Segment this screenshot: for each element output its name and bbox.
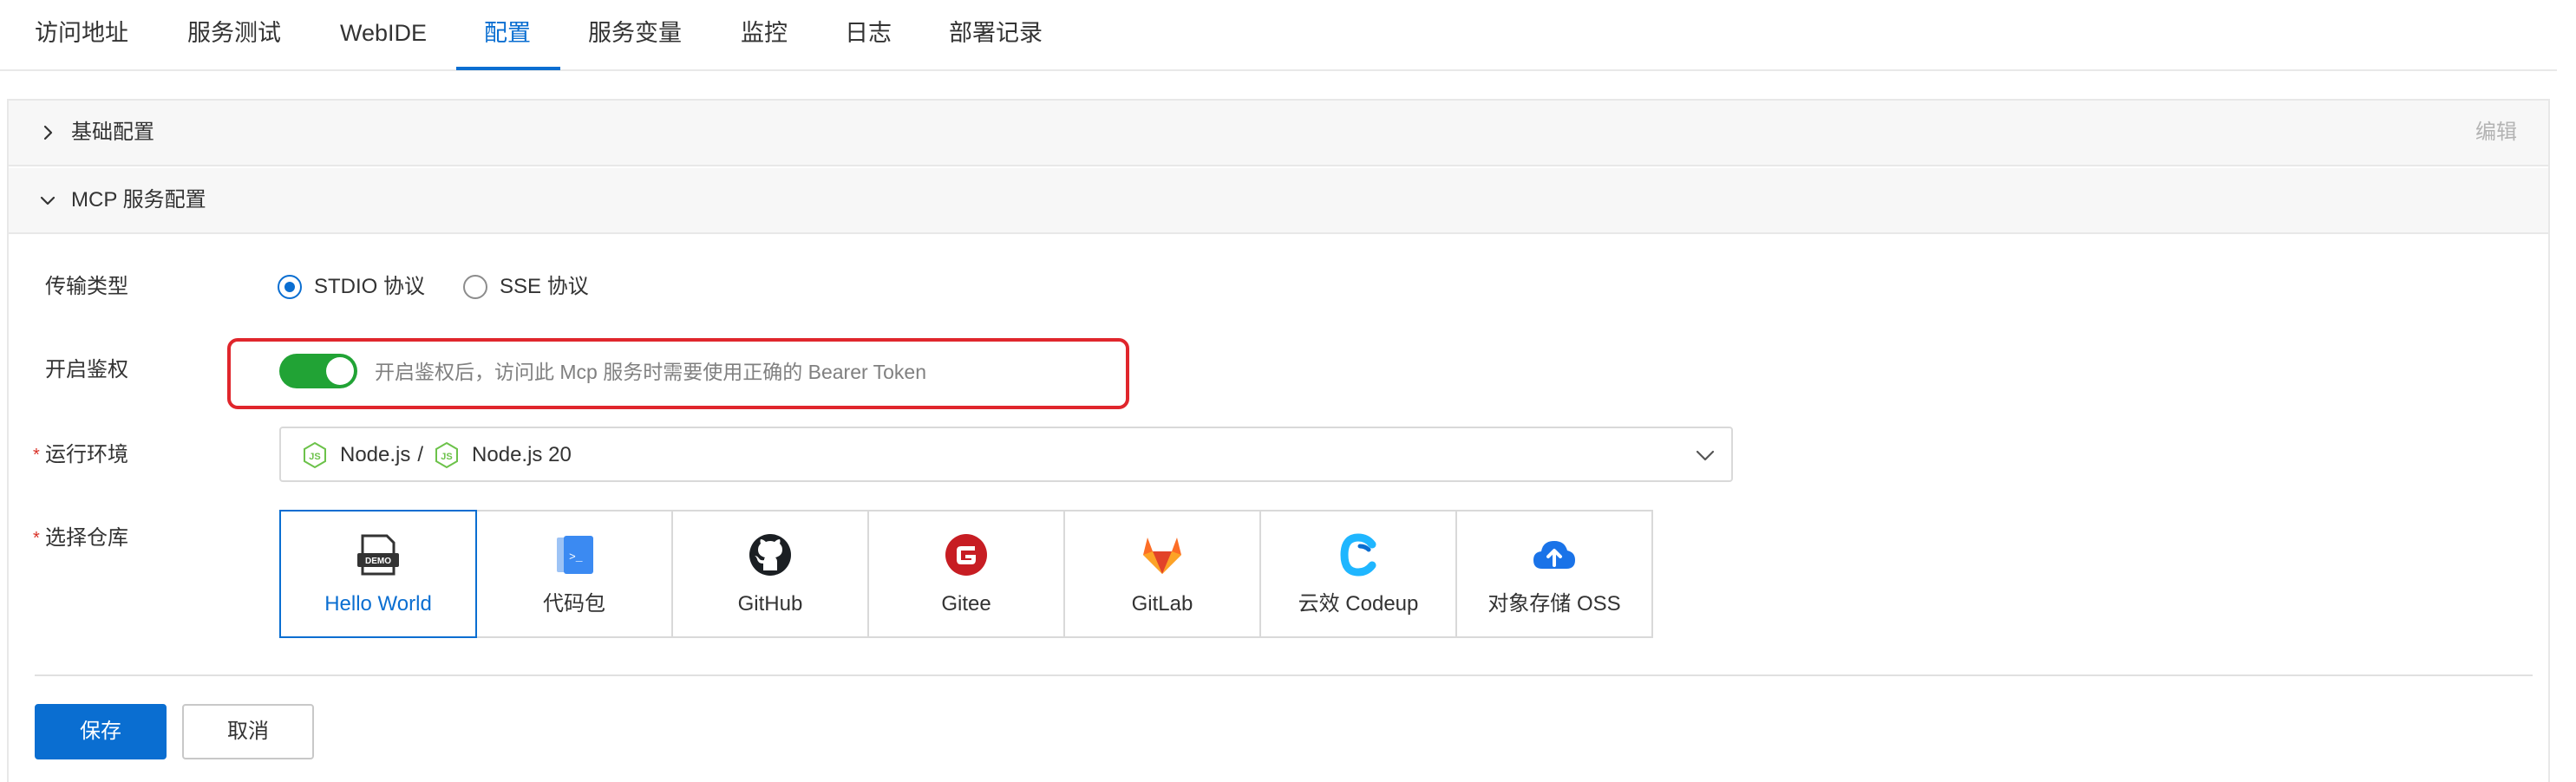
radio-stdio-label: STDIO 协议 <box>314 275 426 298</box>
basic-config-header[interactable]: 基础配置 编辑 <box>9 101 2548 166</box>
demo-icon: DEMO <box>357 534 399 576</box>
repo-option-oss[interactable]: 对象存储 OSS <box>1455 510 1653 638</box>
save-button[interactable]: 保存 <box>35 704 167 759</box>
radio-sse[interactable]: SSE 协议 <box>463 272 589 302</box>
tab-access-url[interactable]: 访问地址 <box>35 16 128 55</box>
svg-text:>_: >_ <box>569 551 583 564</box>
form-divider <box>35 674 2533 676</box>
tab-service-variables[interactable]: 服务变量 <box>588 16 682 55</box>
required-mark: * <box>33 446 40 465</box>
transport-type-label: 传输类型 <box>45 275 128 298</box>
basic-config-title: 基础配置 <box>71 121 154 144</box>
tab-config[interactable]: 配置 <box>484 16 531 55</box>
oss-icon <box>1533 541 1575 569</box>
cancel-button[interactable]: 取消 <box>182 704 314 759</box>
codeup-icon <box>1340 533 1376 577</box>
repo-option-label: 云效 Codeup <box>1298 592 1419 616</box>
svg-text:JS: JS <box>309 452 320 462</box>
auth-toggle[interactable] <box>279 354 357 388</box>
radio-stdio[interactable]: STDIO 协议 <box>278 272 425 302</box>
runtime-select[interactable]: JS Node.js / JS Node.js 20 <box>279 427 1733 482</box>
repo-option-label: Hello World <box>324 592 432 616</box>
runtime-name: Node.js <box>340 443 411 466</box>
repo-label: * 选择仓库 <box>33 524 128 553</box>
runtime-label-text: 运行环境 <box>45 443 128 466</box>
repo-option-github[interactable]: GitHub <box>671 510 869 638</box>
repo-option-label: Gitee <box>941 592 991 616</box>
runtime-version: Node.js 20 <box>472 443 572 466</box>
repo-option-gitee[interactable]: Gitee <box>867 510 1065 638</box>
repo-label-text: 选择仓库 <box>45 526 128 550</box>
chevron-right-icon <box>43 125 53 140</box>
required-mark: * <box>33 529 40 548</box>
github-icon <box>749 534 791 576</box>
gitee-icon <box>945 534 987 576</box>
repo-option-hello-world[interactable]: DEMO Hello World <box>279 510 477 638</box>
auth-label: 开启鉴权 <box>45 358 128 381</box>
runtime-separator: / <box>417 443 424 466</box>
repo-option-label: GitLab <box>1131 592 1193 616</box>
tab-monitor[interactable]: 监控 <box>741 16 788 55</box>
repo-option-label: 对象存储 OSS <box>1487 592 1621 616</box>
tab-webide[interactable]: WebIDE <box>340 16 427 55</box>
chevron-down-icon <box>40 196 56 205</box>
tab-service-test[interactable]: 服务测试 <box>187 16 281 55</box>
svg-text:JS: JS <box>441 452 452 462</box>
tab-deploy-records[interactable]: 部署记录 <box>949 16 1043 55</box>
runtime-label: * 运行环境 <box>33 440 128 470</box>
radio-dot-checked <box>278 275 302 299</box>
repo-option-label: GitHub <box>737 592 803 616</box>
radio-sse-label: SSE 协议 <box>500 275 589 298</box>
repo-option-gitlab[interactable]: GitLab <box>1063 510 1261 638</box>
mcp-config-header[interactable]: MCP 服务配置 <box>9 168 2548 234</box>
nodejs-icon: JS <box>304 441 326 469</box>
toggle-knob <box>326 357 354 385</box>
repo-option-code-package[interactable]: >_ 代码包 <box>475 510 673 638</box>
tab-logs[interactable]: 日志 <box>845 16 892 55</box>
auth-hint: 开启鉴权后，访问此 Mcp 服务时需要使用正确的 Bearer Token <box>375 361 927 383</box>
repo-option-label: 代码包 <box>543 592 605 616</box>
runtime-value: JS Node.js / JS Node.js 20 <box>302 440 572 470</box>
tab-bar: 访问地址 服务测试 WebIDE 配置 服务变量 监控 日志 部署记录 <box>0 0 2557 71</box>
edit-link[interactable]: 编辑 <box>2475 118 2517 147</box>
svg-text:DEMO: DEMO <box>365 557 391 566</box>
active-tab-indicator <box>456 67 560 70</box>
nodejs-icon: JS <box>435 441 459 469</box>
radio-dot-unchecked <box>463 275 487 299</box>
mcp-config-title: MCP 服务配置 <box>71 188 206 212</box>
chevron-down-icon <box>1696 450 1715 461</box>
code-package-icon: >_ <box>557 536 593 574</box>
repo-option-codeup[interactable]: 云效 Codeup <box>1259 510 1457 638</box>
gitlab-icon <box>1143 538 1181 574</box>
